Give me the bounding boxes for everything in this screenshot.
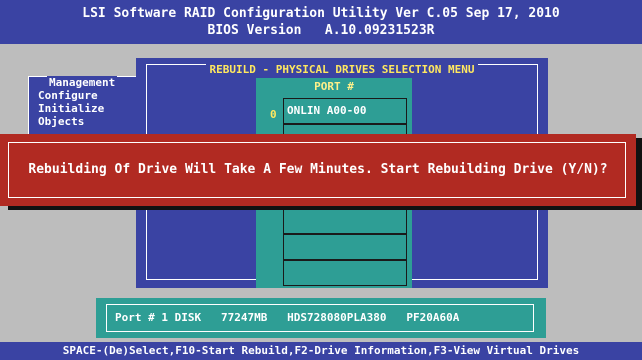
management-menu-title: Management [47,76,118,89]
drive-info-bar: Port # 1 DISK 77247MB HDS728080PLA380 PF… [96,298,546,338]
port-index: 0 [270,108,277,121]
app-title: LSI Software RAID Configuration Utility … [82,6,560,21]
menu-item-configure[interactable]: Configure [38,89,98,102]
management-menu: Management Configure Initialize Objects [28,76,137,135]
menu-item-objects[interactable]: Objects [38,115,84,128]
port-row[interactable] [283,234,407,260]
bios-version: BIOS Version A.10.09231523R [207,23,435,38]
dialog-shadow [8,206,642,210]
port-row[interactable]: ONLIN A00-00 [283,98,407,124]
rebuild-menu-title: REBUILD - PHYSICAL DRIVES SELECTION MENU [205,63,479,76]
key-help-footer: SPACE-(De)Select,F10-Start Rebuild,F2-Dr… [0,342,642,360]
drive-info-frame: Port # 1 DISK 77247MB HDS728080PLA380 PF… [106,304,534,332]
confirm-message: Rebuilding Of Drive Will Take A Few Minu… [28,162,608,177]
port-row[interactable] [283,260,407,286]
drive-info-text: Port # 1 DISK 77247MB HDS728080PLA380 PF… [115,311,460,324]
rebuild-confirm-dialog[interactable]: Rebuilding Of Drive Will Take A Few Minu… [0,134,636,206]
port-row[interactable] [283,208,407,234]
dialog-shadow [636,138,642,210]
menu-item-initialize[interactable]: Initialize [38,102,104,115]
title-bar: LSI Software RAID Configuration Utility … [0,0,642,44]
port-header: PORT # [314,80,354,93]
